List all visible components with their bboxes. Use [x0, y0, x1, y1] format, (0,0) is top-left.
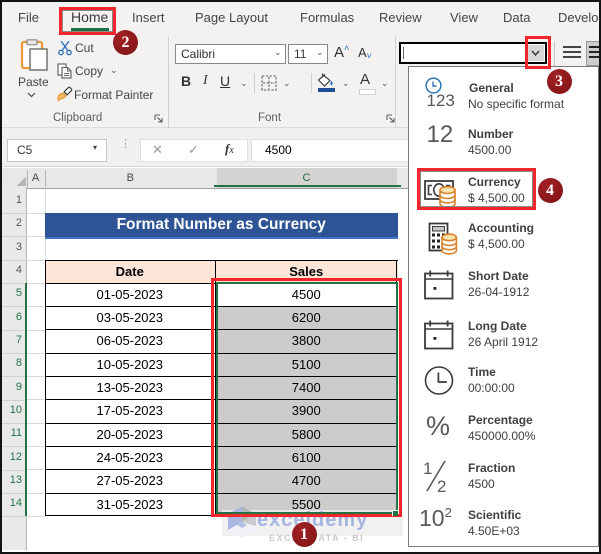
- svg-text:2: 2: [437, 477, 446, 493]
- svg-text:1: 1: [423, 459, 432, 478]
